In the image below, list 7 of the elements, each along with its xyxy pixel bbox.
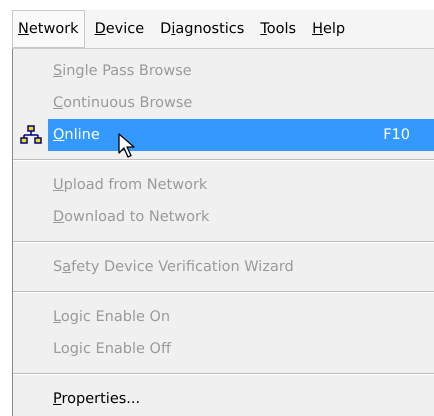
menu-item[interactable]: Properties...: [48, 383, 434, 415]
menu-bar-item[interactable]: Device: [88, 10, 150, 48]
menu-bar-item[interactable]: Tools: [254, 10, 302, 48]
network-icon: [20, 125, 42, 145]
menu-bar-item[interactable]: Network: [12, 10, 85, 48]
menu-bar-item[interactable]: Diagnostics: [154, 10, 250, 48]
menu-bar-item[interactable]: Help: [306, 10, 352, 48]
